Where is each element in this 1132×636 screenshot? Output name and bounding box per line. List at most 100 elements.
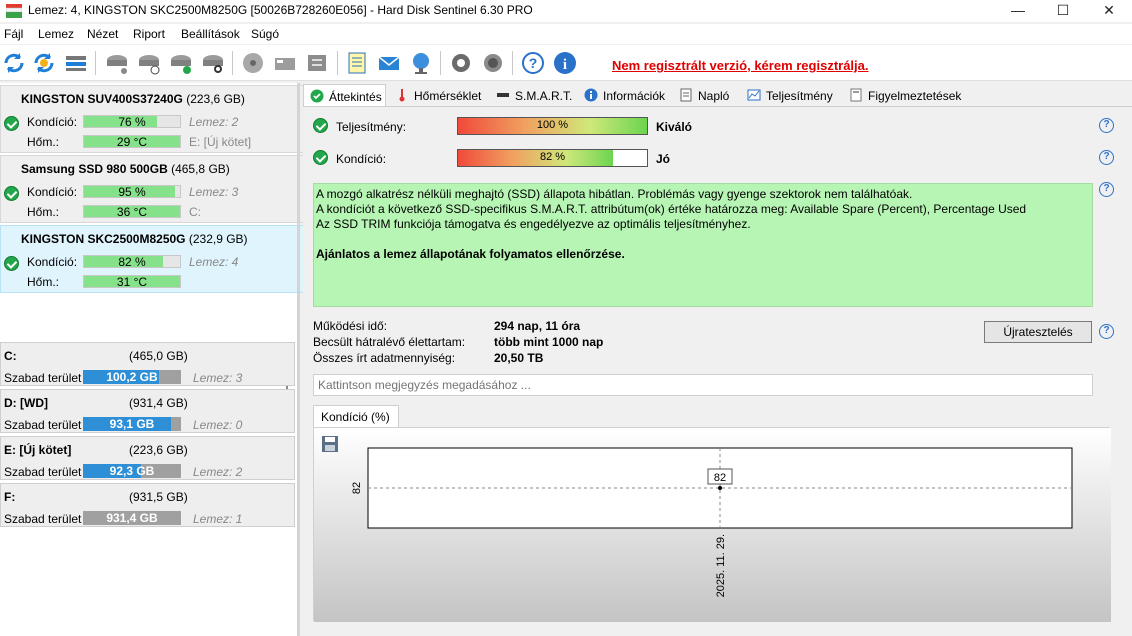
status-ok-icon [4, 116, 19, 131]
disk-volumes: C: [189, 205, 201, 219]
tab-information[interactable]: Információk [584, 84, 665, 106]
disk-list-icon[interactable] [63, 50, 89, 76]
volume-size: (223,6 GB) [129, 443, 188, 457]
gear-icon[interactable] [448, 50, 474, 76]
volume-size: (465,0 GB) [129, 349, 188, 363]
help-icon[interactable]: ? [1099, 324, 1114, 339]
tab-label: Napló [698, 89, 730, 103]
server-icon[interactable] [304, 50, 330, 76]
condition-bar: 82 % [83, 255, 181, 269]
free-space-label: Szabad terület [4, 512, 82, 526]
tab-overview[interactable]: Áttekintés [303, 84, 386, 106]
disk-card-selected[interactable]: KINGSTON SKC2500M8250G (232,9 GB) Kondíc… [0, 225, 305, 293]
title-bar: Lemez: 4, KINGSTON SKC2500M8250G [50026B… [0, 0, 1132, 22]
network-icon[interactable] [408, 50, 434, 76]
condition-value: 82 % [539, 151, 566, 163]
disk-name-line: KINGSTON SKC2500M8250G (232,9 GB) [21, 232, 248, 246]
disk-surface-icon[interactable] [104, 50, 130, 76]
status-text-line: A kondíciót a következő SSD-specifikus S… [316, 202, 1027, 216]
volume-card[interactable]: D: [WD] (931,4 GB) Szabad terület 93,1 G… [0, 389, 295, 433]
menu-disk[interactable]: Lemez [38, 27, 74, 41]
condition-label: Kondíció: [27, 115, 78, 129]
condition-label: Kondíció: [27, 185, 78, 199]
volume-card[interactable]: E: [Új kötet] (223,6 GB) Szabad terület … [0, 436, 295, 480]
condition-rating: Jó [656, 152, 671, 166]
free-space-bar: 100,2 GB [83, 370, 181, 384]
disk-index: Lemez: 2 [189, 115, 239, 129]
toolbar-separator [440, 51, 441, 75]
temperature-label: Hőm.: [27, 205, 60, 219]
volume-card[interactable]: F: (931,5 GB) Szabad terület 931,4 GB Le… [0, 483, 295, 527]
toolbar-separator [512, 51, 513, 75]
help-icon[interactable]: ? [520, 50, 546, 76]
menu-report[interactable]: Riport [133, 27, 165, 41]
menu-settings[interactable]: Beállítások [181, 27, 240, 41]
speaker-icon[interactable] [480, 50, 506, 76]
tab-label: Információk [603, 89, 666, 103]
register-link[interactable]: Nem regisztrált verzió, kérem regisztrál… [612, 58, 869, 73]
volume-disk: Lemez: 2 [193, 465, 243, 479]
tab-performance[interactable]: Teljesítmény [747, 84, 833, 106]
retest-button[interactable]: Újratesztelés [984, 321, 1092, 343]
disk-search-icon[interactable] [200, 50, 226, 76]
condition-label: Kondíció: [27, 255, 78, 269]
temperature-label: Hőm.: [27, 275, 60, 289]
tab-label: Figyelmeztetések [868, 89, 962, 103]
disk-card[interactable]: Samsung SSD 980 500GB (465,8 GB) Kondíci… [0, 155, 305, 223]
temperature-label: Hőm.: [27, 135, 60, 149]
disk-ok-icon[interactable] [168, 50, 194, 76]
chart-tab-condition[interactable]: Kondíció (%) [313, 405, 399, 427]
info-icon[interactable]: i [552, 50, 578, 76]
temperature-bar: 36 °C [83, 205, 181, 219]
menu-view[interactable]: Nézet [87, 27, 118, 41]
temperature-value: 31 °C [116, 275, 148, 289]
menu-file[interactable]: Fájl [4, 27, 23, 41]
disk-card[interactable]: KINGSTON SUV400S37240G (223,6 GB) Kondíc… [0, 85, 305, 153]
total-written-value: 20,50 TB [494, 351, 544, 365]
help-icon[interactable]: ? [1099, 118, 1114, 133]
x-tick-label: 2025. 11. 29. [715, 534, 727, 597]
tab-label: S.M.A.R.T. [515, 89, 573, 103]
performance-ok-icon [313, 118, 328, 133]
toolbar-separator [95, 51, 96, 75]
minimize-button[interactable]: — [996, 0, 1040, 22]
data-point [718, 486, 722, 490]
tab-temperature[interactable]: Hőmérséklet [395, 84, 481, 106]
temperature-bar: 31 °C [83, 275, 181, 289]
data-label: 82 [714, 472, 726, 484]
condition-value: 82 % [118, 255, 146, 269]
close-button[interactable]: ✕ [1087, 0, 1131, 22]
menu-help[interactable]: Súgó [251, 27, 279, 41]
refresh-all-icon[interactable] [31, 50, 57, 76]
tab-bar: Áttekintés Hőmérséklet S.M.A.R.T. Inform… [303, 84, 1132, 106]
volume-card[interactable]: C: (465,0 GB) Szabad terület 100,2 GB Le… [0, 342, 295, 386]
report-icon[interactable] [344, 50, 370, 76]
tab-label: Teljesítmény [766, 89, 833, 103]
volume-size: (931,4 GB) [129, 396, 188, 410]
performance-rating: Kiváló [656, 120, 693, 134]
free-space-value: 93,1 GB [109, 417, 155, 431]
disk-name: KINGSTON SKC2500M8250G [21, 232, 186, 246]
email-icon[interactable] [376, 50, 402, 76]
panel-splitter[interactable] [297, 83, 300, 636]
help-icon[interactable]: ? [1099, 182, 1114, 197]
hdd-icon[interactable] [240, 50, 266, 76]
free-space-label: Szabad terület [4, 371, 82, 385]
condition-value: 76 % [118, 115, 146, 129]
note-input[interactable] [313, 374, 1093, 396]
tab-log[interactable]: Napló [679, 84, 729, 106]
refresh-icon[interactable] [1, 50, 27, 76]
drive-icon[interactable] [272, 50, 298, 76]
help-icon[interactable]: ? [1099, 150, 1114, 165]
menu-bar: Fájl Lemez Nézet Riport Beállítások Súgó [0, 24, 1132, 44]
volume-name: E: [Új kötet] [4, 443, 72, 457]
save-icon[interactable] [321, 435, 339, 453]
tab-alerts[interactable]: Figyelmeztetések [849, 84, 961, 106]
disk-size: (232,9 GB) [188, 232, 248, 246]
total-written-label: Összes írt adatmennyiség: [313, 351, 456, 365]
tab-label: Áttekintés [329, 90, 382, 104]
maximize-button[interactable]: ☐ [1041, 0, 1085, 22]
remaining-life-value: több mint 1000 nap [494, 335, 604, 349]
disk-test-icon[interactable] [136, 50, 162, 76]
tab-smart[interactable]: S.M.A.R.T. [496, 84, 572, 106]
